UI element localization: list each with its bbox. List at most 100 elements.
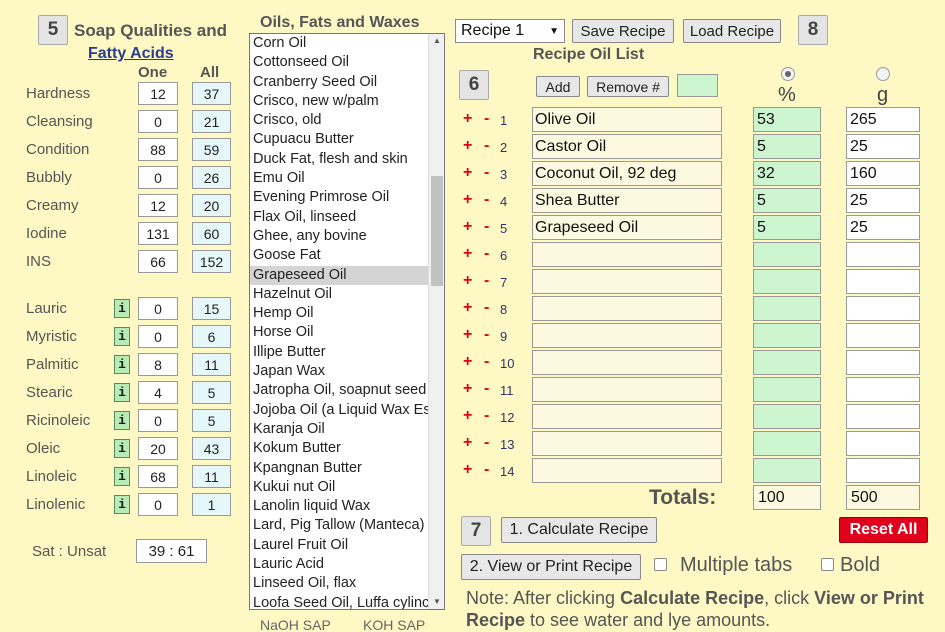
percent-radio[interactable] bbox=[781, 67, 795, 81]
recipe-oil-percent[interactable] bbox=[753, 404, 821, 429]
remove-row-icon[interactable]: - bbox=[484, 191, 489, 209]
add-row-icon[interactable]: + bbox=[463, 407, 472, 425]
calculate-recipe-button[interactable]: 1. Calculate Recipe bbox=[501, 517, 657, 543]
recipe-oil-grams[interactable] bbox=[846, 269, 920, 294]
oil-option[interactable]: Jojoba Oil (a Liquid Wax Es bbox=[250, 401, 430, 420]
oil-option[interactable]: Lard, Pig Tallow (Manteca) bbox=[250, 516, 430, 535]
recipe-oil-name[interactable]: Olive Oil bbox=[532, 107, 722, 132]
oil-option[interactable]: Hazelnut Oil bbox=[250, 285, 430, 304]
recipe-oil-percent[interactable] bbox=[753, 377, 821, 402]
multiple-tabs-checkbox[interactable] bbox=[654, 558, 667, 571]
recipe-oil-grams[interactable]: 25 bbox=[846, 188, 920, 213]
fatty-acids-link[interactable]: Fatty Acids bbox=[88, 45, 174, 63]
remove-row-icon[interactable]: - bbox=[484, 218, 489, 236]
recipe-oil-percent[interactable]: 53 bbox=[753, 107, 821, 132]
add-row-icon[interactable]: + bbox=[463, 164, 472, 182]
add-row-icon[interactable]: + bbox=[463, 110, 472, 128]
oil-option[interactable]: Flax Oil, linseed bbox=[250, 208, 430, 227]
info-icon[interactable]: i bbox=[114, 355, 130, 374]
oil-option[interactable]: Loofa Seed Oil, Luffa cylinc bbox=[250, 594, 430, 609]
info-icon[interactable]: i bbox=[114, 439, 130, 458]
oil-option[interactable]: Evening Primrose Oil bbox=[250, 188, 430, 207]
recipe-oil-grams[interactable] bbox=[846, 242, 920, 267]
add-row-icon[interactable]: + bbox=[463, 461, 472, 479]
remove-row-icon[interactable]: - bbox=[484, 137, 489, 155]
remove-row-icon[interactable]: - bbox=[484, 407, 489, 425]
recipe-oil-percent[interactable]: 5 bbox=[753, 215, 821, 240]
add-row-icon[interactable]: + bbox=[463, 272, 472, 290]
oil-option[interactable]: Grapeseed Oil bbox=[250, 265, 430, 285]
remove-row-icon[interactable]: - bbox=[484, 164, 489, 182]
oils-scrollbar[interactable]: ▲ ▼ bbox=[428, 34, 444, 609]
recipe-oil-grams[interactable] bbox=[846, 458, 920, 483]
oil-option[interactable]: Ghee, any bovine bbox=[250, 227, 430, 246]
oil-option[interactable]: Corn Oil bbox=[250, 34, 430, 53]
info-icon[interactable]: i bbox=[114, 495, 130, 514]
recipe-oil-percent[interactable] bbox=[753, 458, 821, 483]
recipe-oil-name[interactable] bbox=[532, 458, 722, 483]
oil-option[interactable]: Horse Oil bbox=[250, 323, 430, 342]
recipe-oil-percent[interactable] bbox=[753, 323, 821, 348]
bold-checkbox[interactable] bbox=[821, 558, 834, 571]
remove-row-icon[interactable]: - bbox=[484, 272, 489, 290]
recipe-oil-name[interactable] bbox=[532, 323, 722, 348]
remove-row-icon[interactable]: - bbox=[484, 353, 489, 371]
recipe-oil-percent[interactable] bbox=[753, 269, 821, 294]
oil-option[interactable]: Karanja Oil bbox=[250, 420, 430, 439]
oil-option[interactable]: Laurel Fruit Oil bbox=[250, 536, 430, 555]
oils-listbox[interactable]: Corn Oil Cottonseed Oil Cranberry Seed Oil… bbox=[249, 33, 445, 610]
info-icon[interactable]: i bbox=[114, 467, 130, 486]
remove-row-icon[interactable]: - bbox=[484, 434, 489, 452]
recipe-oil-name[interactable] bbox=[532, 242, 722, 267]
grams-radio[interactable] bbox=[876, 67, 890, 81]
oil-option[interactable]: Illipe Butter bbox=[250, 343, 430, 362]
recipe-oil-name[interactable] bbox=[532, 404, 722, 429]
oil-option[interactable]: Lanolin liquid Wax bbox=[250, 497, 430, 516]
recipe-oil-name[interactable] bbox=[532, 431, 722, 456]
recipe-oil-name[interactable] bbox=[532, 350, 722, 375]
remove-button[interactable]: Remove # bbox=[587, 76, 669, 97]
add-button[interactable]: Add bbox=[536, 76, 580, 97]
recipe-oil-name[interactable]: Coconut Oil, 92 deg bbox=[532, 161, 722, 186]
remove-row-icon[interactable]: - bbox=[484, 299, 489, 317]
view-print-recipe-button[interactable]: 2. View or Print Recipe bbox=[461, 554, 641, 580]
info-icon[interactable]: i bbox=[114, 299, 130, 318]
add-row-icon[interactable]: + bbox=[463, 434, 472, 452]
remove-number-input[interactable] bbox=[677, 74, 718, 97]
recipe-oil-grams[interactable] bbox=[846, 350, 920, 375]
recipe-oil-grams[interactable] bbox=[846, 323, 920, 348]
oil-option[interactable]: Jatropha Oil, soapnut seed bbox=[250, 381, 430, 400]
recipe-oil-percent[interactable]: 5 bbox=[753, 134, 821, 159]
load-recipe-button[interactable]: Load Recipe bbox=[683, 19, 781, 43]
remove-row-icon[interactable]: - bbox=[484, 461, 489, 479]
reset-all-button[interactable]: Reset All bbox=[839, 517, 928, 543]
recipe-oil-name[interactable] bbox=[532, 296, 722, 321]
recipe-oil-name[interactable]: Grapeseed Oil bbox=[532, 215, 722, 240]
scroll-down-icon[interactable]: ▼ bbox=[429, 595, 444, 609]
oil-option[interactable]: Emu Oil bbox=[250, 169, 430, 188]
recipe-oil-percent[interactable] bbox=[753, 242, 821, 267]
recipe-oil-percent[interactable]: 5 bbox=[753, 188, 821, 213]
oil-option[interactable]: Crisco, old bbox=[250, 111, 430, 130]
oil-option[interactable]: Hemp Oil bbox=[250, 304, 430, 323]
save-recipe-button[interactable]: Save Recipe bbox=[572, 19, 674, 43]
remove-row-icon[interactable]: - bbox=[484, 380, 489, 398]
recipe-oil-grams[interactable]: 25 bbox=[846, 134, 920, 159]
oil-option[interactable]: Cottonseed Oil bbox=[250, 53, 430, 72]
recipe-oil-name[interactable] bbox=[532, 269, 722, 294]
recipe-oil-grams[interactable]: 160 bbox=[846, 161, 920, 186]
recipe-oil-percent[interactable] bbox=[753, 350, 821, 375]
oil-option[interactable]: Goose Fat bbox=[250, 246, 430, 265]
oil-option[interactable]: Cranberry Seed Oil bbox=[250, 73, 430, 92]
recipe-oil-grams[interactable]: 25 bbox=[846, 215, 920, 240]
recipe-oil-grams[interactable] bbox=[846, 404, 920, 429]
info-icon[interactable]: i bbox=[114, 327, 130, 346]
recipe-oil-name[interactable]: Shea Butter bbox=[532, 188, 722, 213]
oil-option[interactable]: Japan Wax bbox=[250, 362, 430, 381]
info-icon[interactable]: i bbox=[114, 411, 130, 430]
recipe-oil-percent[interactable]: 32 bbox=[753, 161, 821, 186]
add-row-icon[interactable]: + bbox=[463, 326, 472, 344]
add-row-icon[interactable]: + bbox=[463, 380, 472, 398]
recipe-oil-name[interactable]: Castor Oil bbox=[532, 134, 722, 159]
add-row-icon[interactable]: + bbox=[463, 353, 472, 371]
